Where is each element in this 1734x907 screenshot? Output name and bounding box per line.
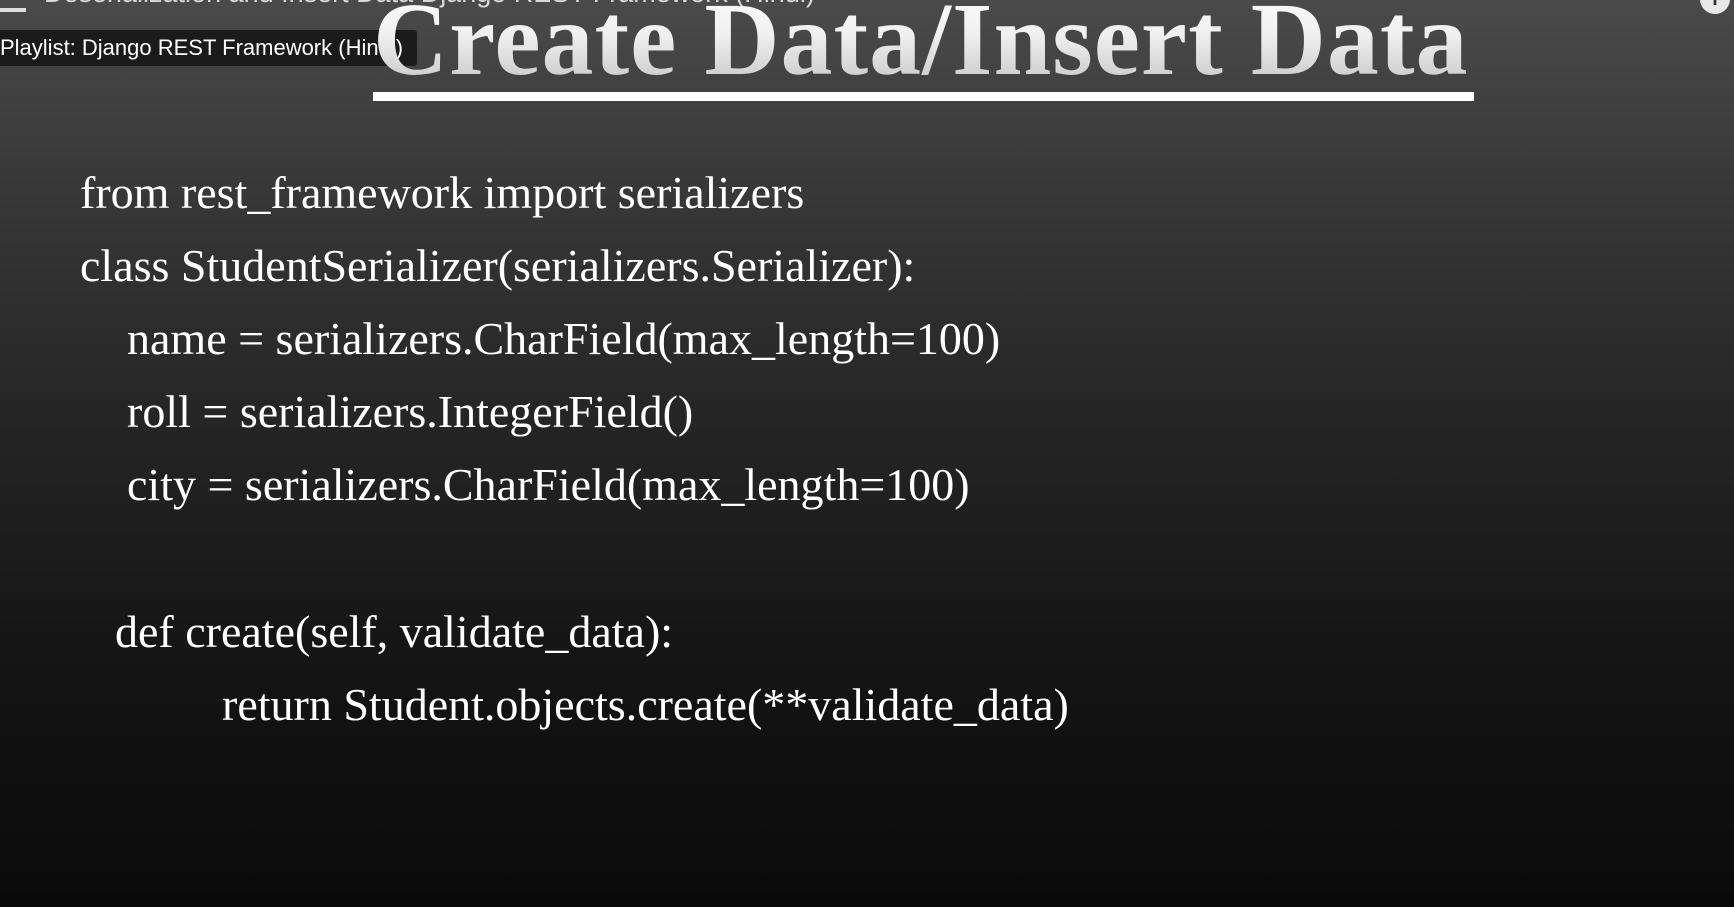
code-block: from rest_framework import serializers c… [0,0,1734,907]
code-line-roll-field: roll = serializers.IntegerField() [127,386,694,437]
code-line-import: from rest_framework import serializers [80,167,805,218]
code-line-name-field: name = serializers.CharField(max_length=… [127,313,1001,364]
code-line-return: return Student.objects.create(**validate… [222,679,1069,730]
video-player-frame[interactable]: Deserialization and Insert Data Django R… [0,0,1734,907]
code-line-city-field: city = serializers.CharField(max_length=… [127,459,970,510]
code-line-def-create: def create(self, validate_data): [115,606,674,657]
code-line-class: class StudentSerializer(serializers.Seri… [80,240,916,291]
